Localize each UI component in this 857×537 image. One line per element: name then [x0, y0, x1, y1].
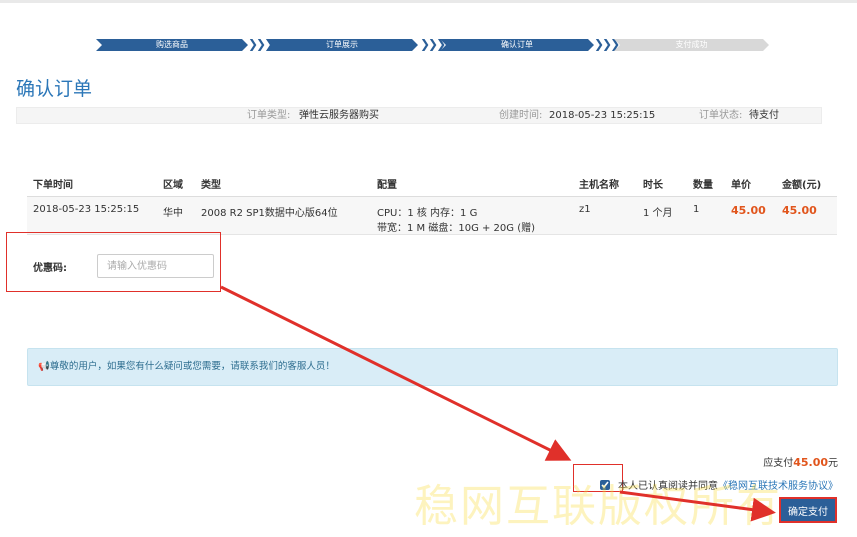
annotation-arrows — [220, 285, 776, 522]
arrow-to-confirm-icon — [619, 490, 776, 522]
arrow-to-checkbox-icon — [220, 285, 572, 461]
